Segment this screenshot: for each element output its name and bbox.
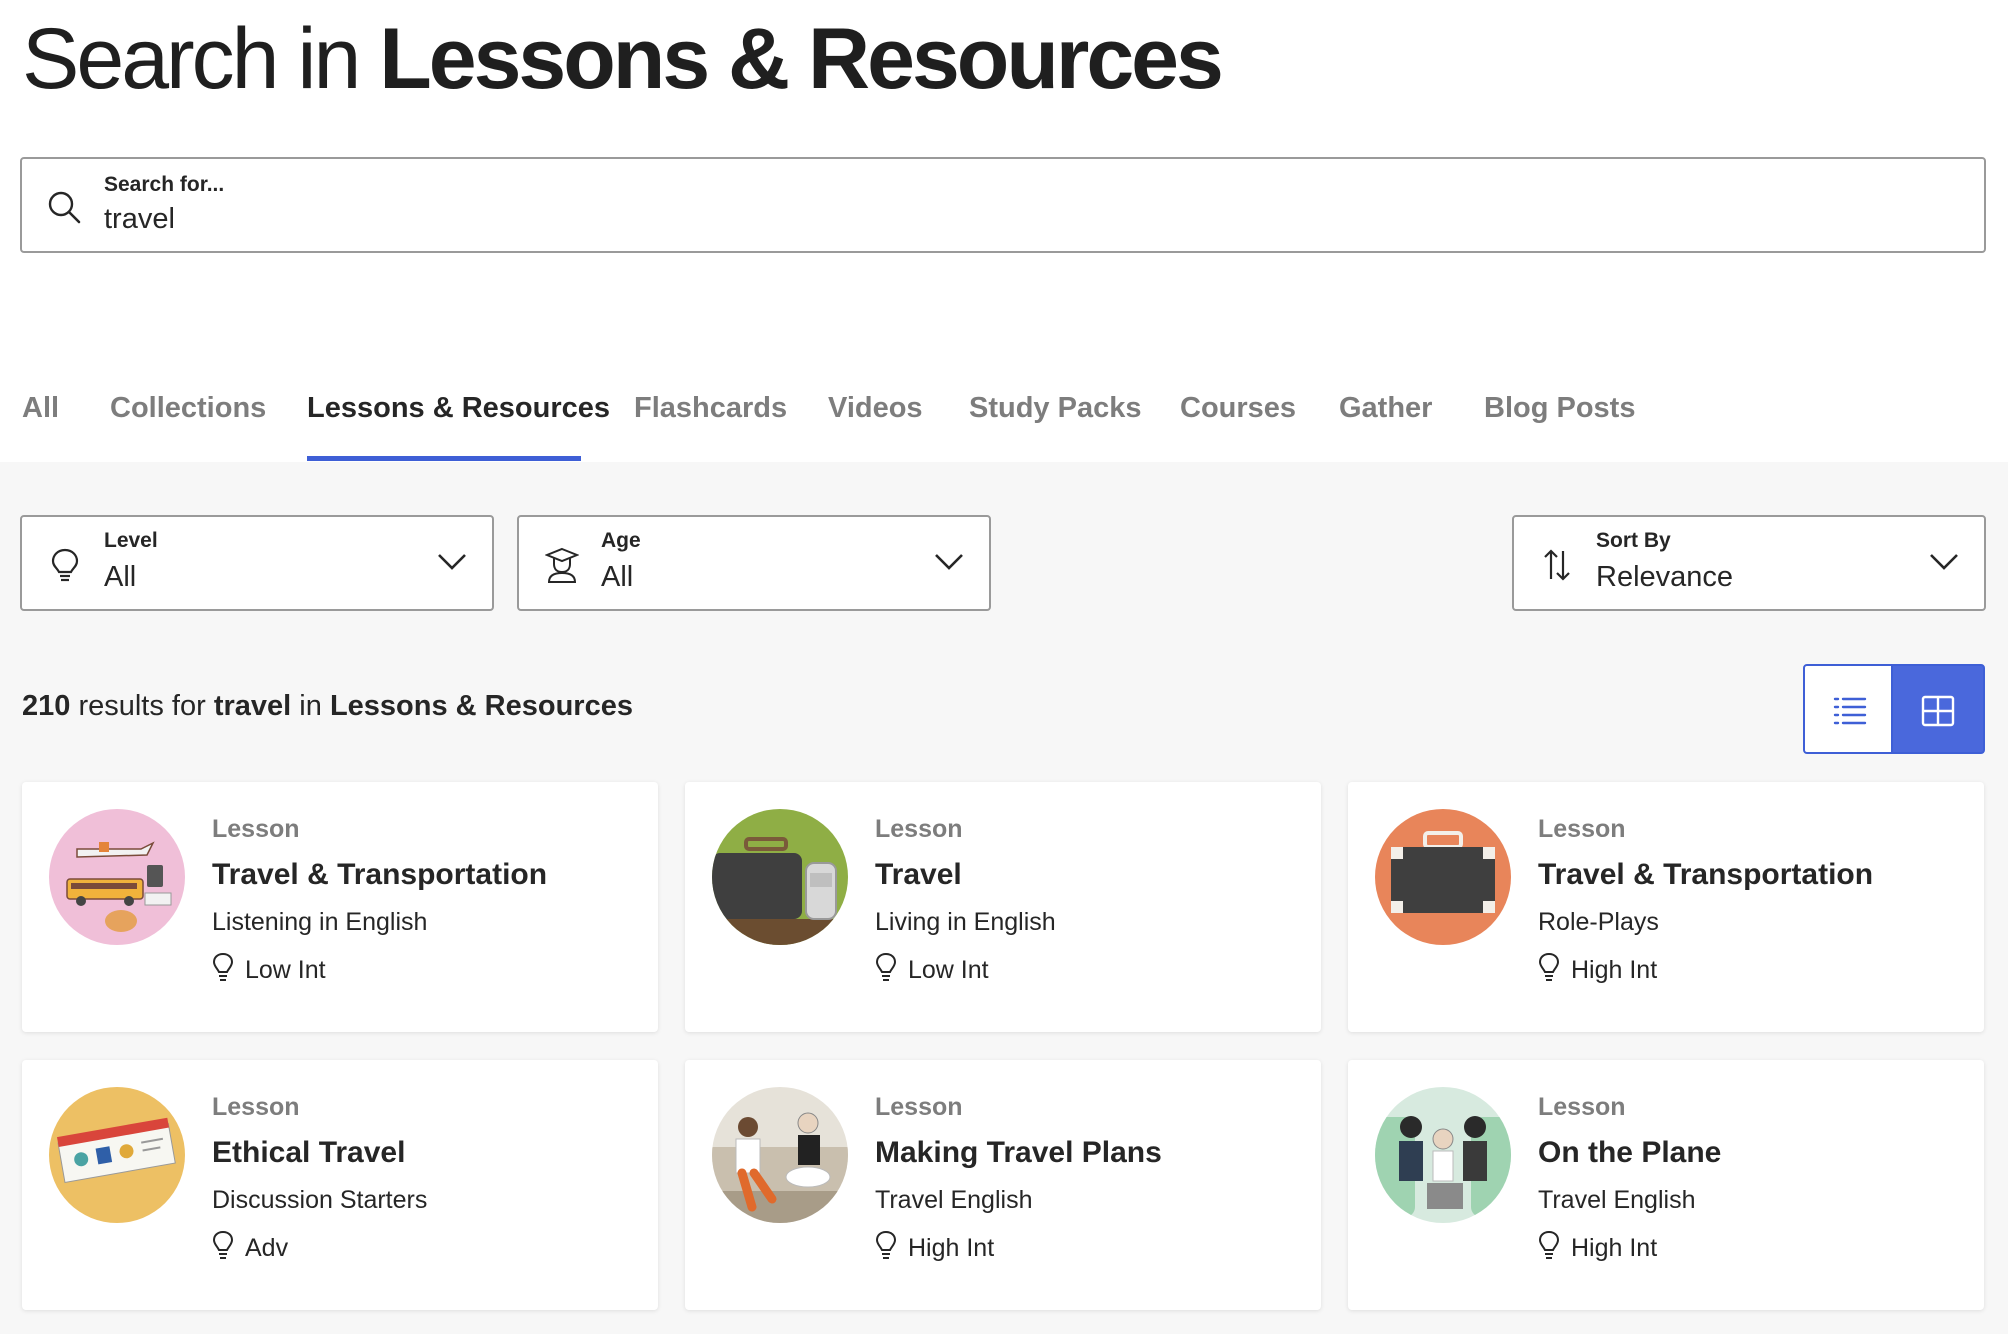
- card-level: High Int: [908, 1234, 995, 1262]
- card-title[interactable]: Ethical Travel: [212, 1136, 405, 1170]
- card-subtitle: Living in English: [875, 908, 1056, 936]
- tab-courses[interactable]: Courses: [1180, 392, 1296, 447]
- card-title[interactable]: Travel: [875, 858, 962, 892]
- search-input[interactable]: Search for... travel: [20, 157, 1986, 253]
- card-subtitle: Travel English: [1538, 1186, 1696, 1214]
- page-title: Search in Lessons & Resources: [22, 4, 1224, 114]
- results-query: travel: [213, 690, 292, 722]
- age-filter-value: All: [601, 561, 634, 593]
- card-level: High Int: [1571, 956, 1658, 984]
- lightbulb-icon: [875, 1230, 897, 1259]
- age-filter-dropdown[interactable]: Age All: [517, 515, 991, 611]
- lightbulb-icon: [1538, 952, 1560, 981]
- tab-flashcards[interactable]: Flashcards: [634, 392, 787, 447]
- lightbulb-icon: [212, 1230, 234, 1259]
- results-summary: 210 results for travel in Lessons & Reso…: [22, 690, 633, 723]
- card-level: Low Int: [908, 956, 989, 984]
- tab-lessons-resources[interactable]: Lessons & Resources: [307, 392, 610, 447]
- tab-collections[interactable]: Collections: [110, 392, 266, 447]
- results-text: results for: [78, 690, 206, 722]
- card-type: Lesson: [875, 1093, 963, 1121]
- results-count: 210: [22, 690, 71, 722]
- search-icon: [48, 191, 81, 224]
- list-view-icon: [1833, 697, 1867, 725]
- lesson-card[interactable]: Lesson Travel & Transportation Listening…: [22, 782, 658, 1032]
- sort-by-label: Sort By: [1596, 529, 1671, 552]
- results-section: Lessons & Resources: [329, 690, 633, 722]
- card-type: Lesson: [1538, 1093, 1626, 1121]
- chevron-down-icon: [438, 554, 466, 570]
- vehicles-illustration: [49, 809, 185, 945]
- view-toggle: [1803, 664, 1985, 754]
- student-icon: [545, 547, 579, 583]
- tab-study-packs[interactable]: Study Packs: [969, 392, 1141, 447]
- card-level: High Int: [1571, 1234, 1658, 1262]
- lesson-card[interactable]: Lesson Making Travel Plans Travel Englis…: [685, 1060, 1321, 1310]
- lesson-card[interactable]: Lesson Travel Living in English Low Int: [685, 782, 1321, 1032]
- grid-view-icon: [1921, 695, 1955, 727]
- card-title[interactable]: Making Travel Plans: [875, 1136, 1162, 1170]
- sort-by-value: Relevance: [1596, 561, 1734, 593]
- card-type: Lesson: [1538, 815, 1626, 843]
- card-level: Low Int: [245, 956, 326, 984]
- card-title[interactable]: Travel & Transportation: [212, 858, 547, 892]
- card-title[interactable]: On the Plane: [1538, 1136, 1721, 1170]
- level-filter-label: Level: [104, 529, 158, 552]
- search-value[interactable]: travel: [104, 203, 175, 236]
- suitcase-illustration: [1375, 809, 1511, 945]
- card-type: Lesson: [212, 815, 300, 843]
- page-title-prefix: Search in: [22, 11, 361, 107]
- lesson-card[interactable]: Lesson On the Plane Travel English High …: [1348, 1060, 1984, 1310]
- lightbulb-icon: [875, 952, 897, 981]
- people-on-sofa-illustration: [712, 1087, 848, 1223]
- lesson-card[interactable]: Lesson Ethical Travel Discussion Starter…: [22, 1060, 658, 1310]
- card-level: Adv: [245, 1234, 289, 1262]
- tab-videos[interactable]: Videos: [828, 392, 923, 447]
- lightbulb-icon: [212, 952, 234, 981]
- sort-arrows-icon: [1544, 549, 1570, 581]
- card-type: Lesson: [875, 815, 963, 843]
- page-title-emphasis: Lessons & Resources: [379, 11, 1224, 107]
- card-subtitle: Listening in English: [212, 908, 428, 936]
- card-subtitle: Role-Plays: [1538, 908, 1659, 936]
- card-subtitle: Discussion Starters: [212, 1186, 428, 1214]
- active-tab-indicator: [307, 456, 581, 461]
- lesson-card[interactable]: Lesson Travel & Transportation Role-Play…: [1348, 782, 1984, 1032]
- card-title[interactable]: Travel & Transportation: [1538, 858, 1873, 892]
- age-filter-label: Age: [601, 529, 641, 552]
- tab-all[interactable]: All: [22, 392, 59, 447]
- grid-view-button[interactable]: [1891, 664, 1985, 754]
- passengers-illustration: [1375, 1087, 1511, 1223]
- lightbulb-icon: [51, 548, 79, 582]
- results-in-text: in: [299, 690, 322, 722]
- sort-by-dropdown[interactable]: Sort By Relevance: [1512, 515, 1986, 611]
- search-tabs: All Collections Lessons & Resources Flas…: [0, 380, 2008, 462]
- list-view-button[interactable]: [1803, 664, 1893, 754]
- search-label: Search for...: [104, 173, 225, 196]
- tab-gather[interactable]: Gather: [1339, 392, 1432, 447]
- lightbulb-icon: [1538, 1230, 1560, 1259]
- card-subtitle: Travel English: [875, 1186, 1033, 1214]
- chevron-down-icon: [935, 554, 963, 570]
- chevron-down-icon: [1930, 554, 1958, 570]
- card-type: Lesson: [212, 1093, 300, 1121]
- level-filter-dropdown[interactable]: Level All: [20, 515, 494, 611]
- suitcase-illustration: [712, 809, 848, 945]
- level-filter-value: All: [104, 561, 137, 593]
- ticket-illustration: [49, 1087, 185, 1223]
- tab-blog-posts[interactable]: Blog Posts: [1484, 392, 1635, 447]
